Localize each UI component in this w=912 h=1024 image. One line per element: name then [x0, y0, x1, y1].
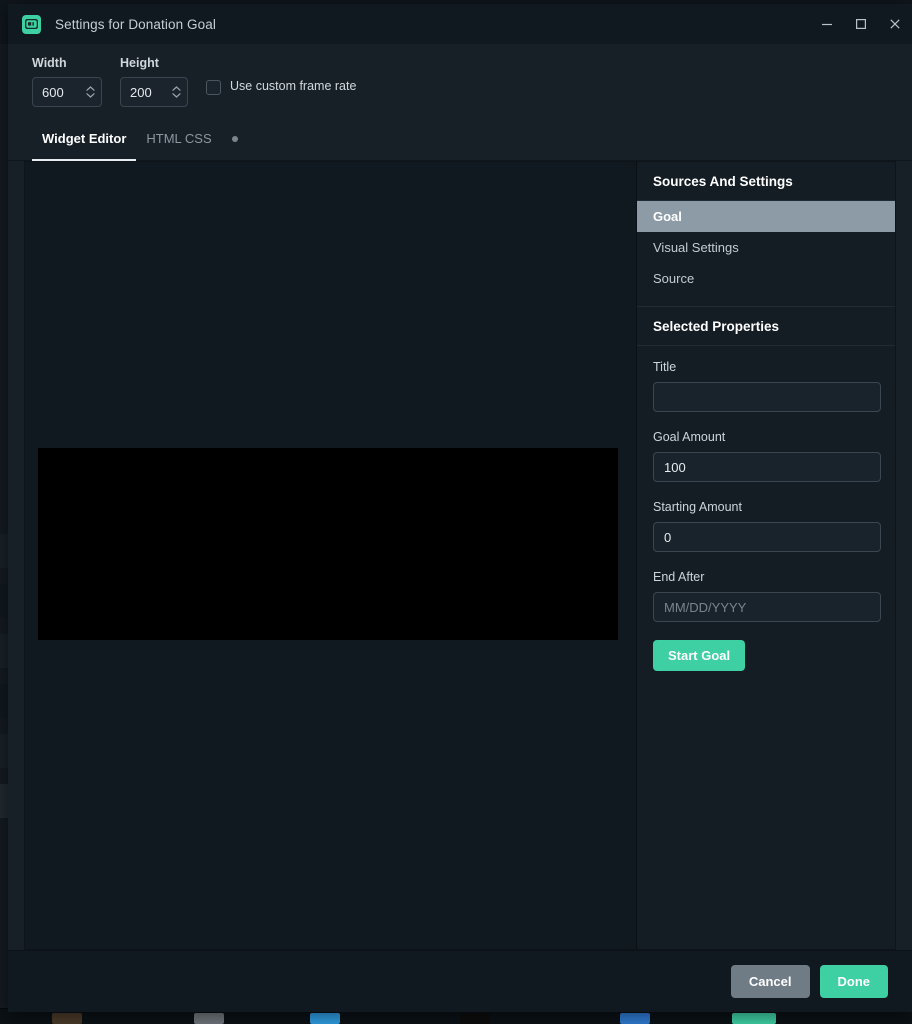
properties-form: Title Goal Amount Starting Amount End Af…	[637, 346, 895, 671]
source-item-visual-settings-label: Visual Settings	[653, 240, 739, 255]
dialog-body: Sources And Settings Goal Visual Setting…	[8, 161, 912, 950]
width-stepper[interactable]: 600	[32, 77, 102, 107]
app-icon	[22, 15, 41, 34]
sources-and-settings-panel: Sources And Settings Goal Visual Setting…	[636, 161, 896, 950]
chevron-up-icon	[86, 86, 95, 91]
custom-frame-rate-checkbox[interactable]	[206, 80, 221, 95]
taskbar-icon[interactable]	[310, 1013, 340, 1024]
custom-frame-rate-row[interactable]: Use custom frame rate	[206, 78, 356, 95]
goal-amount-label: Goal Amount	[653, 430, 879, 444]
width-value[interactable]: 600	[33, 85, 83, 100]
height-label: Height	[120, 56, 188, 70]
width-label: Width	[32, 56, 102, 70]
window-title: Settings for Donation Goal	[55, 17, 216, 32]
taskbar-icon[interactable]	[620, 1013, 650, 1024]
widget-preview-canvas[interactable]	[38, 448, 618, 640]
taskbar-icon[interactable]	[194, 1013, 224, 1024]
chevron-down-icon	[172, 93, 181, 98]
tab-widget-editor[interactable]: Widget Editor	[32, 117, 136, 161]
unsaved-changes-dot-icon	[232, 136, 238, 142]
source-item-goal[interactable]: Goal	[637, 201, 895, 232]
starting-amount-input[interactable]	[653, 522, 881, 552]
taskbar-icon-active[interactable]	[732, 1013, 776, 1024]
tab-html-css[interactable]: HTML CSS	[136, 117, 221, 161]
widget-editor-canvas-pane[interactable]	[24, 161, 636, 950]
taskbar-icon[interactable]	[52, 1013, 82, 1024]
source-item-goal-label: Goal	[653, 209, 682, 224]
source-item-source[interactable]: Source	[637, 263, 895, 294]
custom-frame-rate-label: Use custom frame rate	[230, 78, 356, 95]
minimize-icon[interactable]	[810, 4, 844, 44]
source-item-source-label: Source	[653, 271, 694, 286]
height-stepper[interactable]: 200	[120, 77, 188, 107]
tab-bar: Widget Editor HTML CSS	[8, 117, 912, 161]
height-field-group: Height 200	[120, 56, 188, 107]
end-after-input[interactable]	[653, 592, 881, 622]
title-label: Title	[653, 360, 879, 374]
cancel-button[interactable]: Cancel	[731, 965, 810, 998]
settings-dialog: Settings for Donation Goal Width 600	[8, 4, 912, 1012]
tab-html-css-label: HTML CSS	[146, 131, 211, 146]
sources-and-settings-header: Sources And Settings	[637, 162, 895, 201]
size-settings-bar: Width 600 Height 200 Use custom fra	[8, 44, 912, 117]
height-value[interactable]: 200	[121, 85, 169, 100]
width-stepper-arrows[interactable]	[83, 78, 101, 106]
source-item-visual-settings[interactable]: Visual Settings	[637, 232, 895, 263]
width-field-group: Width 600	[32, 56, 102, 107]
close-icon[interactable]	[878, 4, 912, 44]
tab-widget-editor-label: Widget Editor	[42, 131, 126, 146]
window-controls	[810, 4, 912, 44]
chevron-up-icon	[172, 86, 181, 91]
taskbar-icon[interactable]	[460, 1013, 490, 1024]
end-after-label: End After	[653, 570, 879, 584]
height-stepper-arrows[interactable]	[169, 78, 187, 106]
start-goal-button[interactable]: Start Goal	[653, 640, 745, 671]
title-bar[interactable]: Settings for Donation Goal	[8, 4, 912, 44]
maximize-icon[interactable]	[844, 4, 878, 44]
selected-properties-header: Selected Properties	[637, 306, 895, 346]
done-button[interactable]: Done	[820, 965, 889, 998]
starting-amount-label: Starting Amount	[653, 500, 879, 514]
goal-amount-input[interactable]	[653, 452, 881, 482]
title-input[interactable]	[653, 382, 881, 412]
chevron-down-icon	[86, 93, 95, 98]
dialog-footer: Cancel Done	[8, 950, 912, 1012]
